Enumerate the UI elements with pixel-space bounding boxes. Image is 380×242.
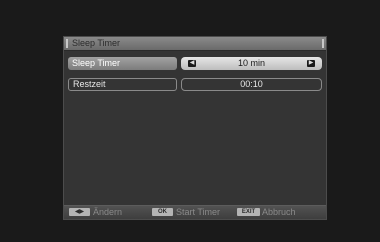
sleep-timer-value: 10 min	[237, 58, 265, 68]
key-hint-bar: ◀▶ Ändern OK Start Timer EXIT Abbruch	[64, 205, 326, 219]
exit-key-icon[interactable]: EXIT	[237, 208, 260, 216]
dialog-title-bar: Sleep Timer	[64, 37, 326, 51]
title-notch-left	[66, 39, 68, 48]
arrow-left-icon[interactable]: ◀	[188, 60, 196, 67]
change-hint-label: Ändern	[93, 207, 123, 217]
start-timer-hint-label: Start Timer	[176, 207, 221, 217]
title-notch-right	[322, 39, 324, 48]
sleep-timer-label: Sleep Timer	[68, 57, 177, 70]
ok-key-icon[interactable]: OK	[152, 208, 173, 216]
arrow-right-icon[interactable]: ▶	[307, 60, 315, 67]
dialog-title: Sleep Timer	[72, 38, 121, 48]
cancel-hint-label: Abbruch	[262, 207, 296, 217]
sleep-timer-row[interactable]: Sleep Timer ◀ 10 min ▶	[68, 57, 322, 70]
remaining-time-row: Restzeit 00:10	[68, 78, 322, 91]
nav-arrows-key-icon: ◀▶	[69, 208, 90, 216]
remaining-time-label: Restzeit	[68, 78, 177, 91]
remaining-time-value: 00:10	[181, 78, 322, 91]
sleep-timer-value-selector[interactable]: ◀ 10 min ▶	[181, 57, 322, 70]
sleep-timer-dialog: Sleep Timer Sleep Timer ◀ 10 min ▶ Restz…	[63, 36, 327, 220]
